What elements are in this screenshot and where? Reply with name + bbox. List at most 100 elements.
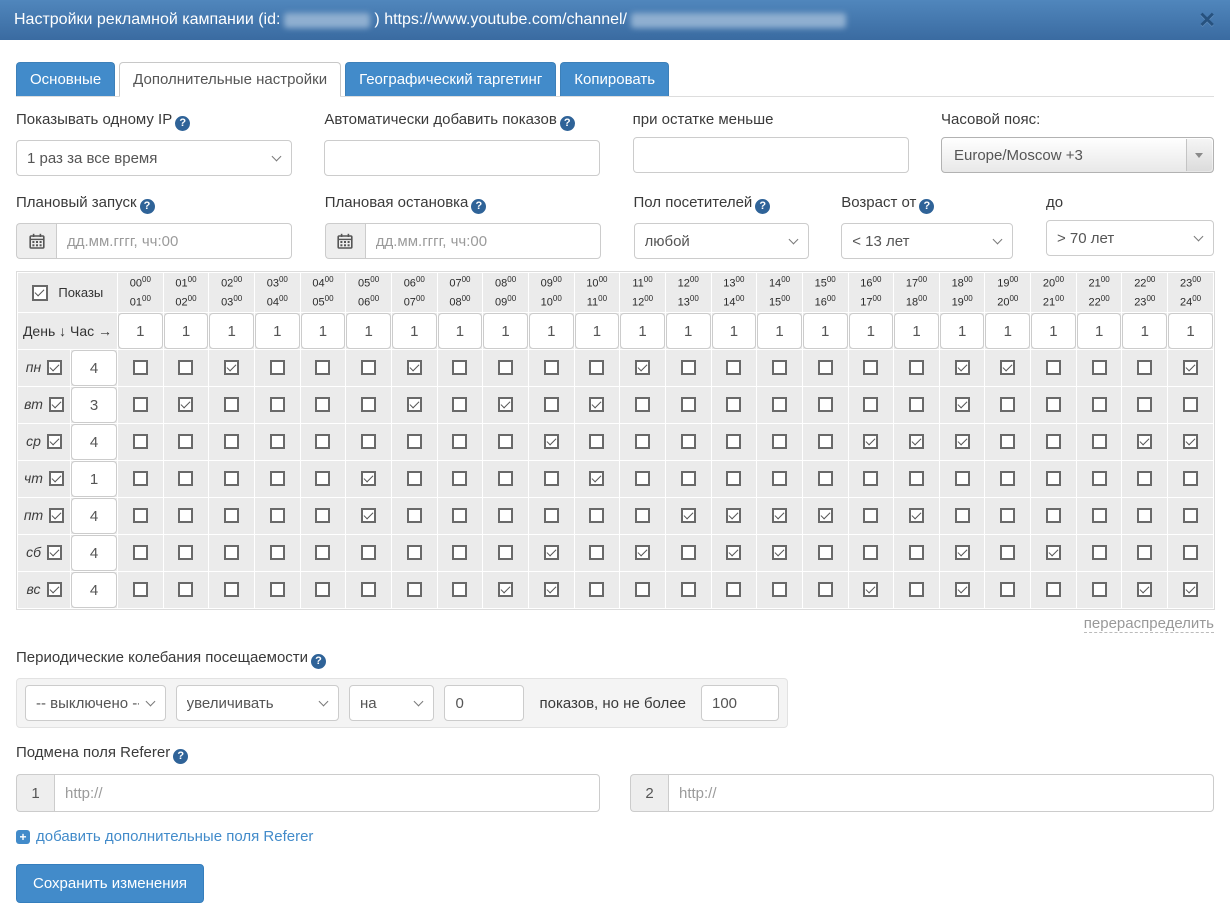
hour-checkbox[interactable] [1092, 434, 1107, 449]
hour-checkbox[interactable] [726, 397, 741, 412]
timezone-select[interactable]: Europe/Moscow +3 [941, 137, 1214, 173]
hour-checkbox[interactable] [635, 471, 650, 486]
hour-checkbox[interactable] [726, 434, 741, 449]
referer-input-1[interactable] [54, 774, 600, 812]
hour-checkbox[interactable] [361, 582, 376, 597]
hour-checkbox[interactable] [270, 397, 285, 412]
hour-checkbox[interactable] [224, 360, 239, 375]
hour-checkbox[interactable] [1183, 582, 1198, 597]
hour-checkbox[interactable] [1046, 397, 1061, 412]
hour-checkbox[interactable] [863, 471, 878, 486]
hour-checkbox[interactable] [1046, 471, 1061, 486]
hour-checkbox[interactable] [681, 360, 696, 375]
hour-default-input[interactable] [301, 313, 346, 349]
hour-checkbox[interactable] [863, 582, 878, 597]
hour-default-input[interactable] [529, 313, 574, 349]
day-shows-input[interactable] [71, 572, 117, 608]
hour-checkbox[interactable] [1092, 360, 1107, 375]
hour-default-input[interactable] [1031, 313, 1076, 349]
hour-checkbox[interactable] [726, 471, 741, 486]
hour-checkbox[interactable] [1137, 545, 1152, 560]
hour-checkbox[interactable] [726, 545, 741, 560]
hour-checkbox[interactable] [544, 360, 559, 375]
hour-checkbox[interactable] [589, 508, 604, 523]
hour-checkbox[interactable] [1092, 545, 1107, 560]
hour-checkbox[interactable] [772, 508, 787, 523]
auto-add-shows-input[interactable] [324, 140, 600, 176]
hour-checkbox[interactable] [1137, 434, 1152, 449]
hour-checkbox[interactable] [681, 582, 696, 597]
help-icon[interactable]: ? [471, 199, 486, 214]
hour-checkbox[interactable] [863, 397, 878, 412]
hour-default-input[interactable] [209, 313, 254, 349]
hour-checkbox[interactable] [224, 397, 239, 412]
hour-checkbox[interactable] [681, 397, 696, 412]
help-icon[interactable]: ? [560, 116, 575, 131]
hour-checkbox[interactable] [270, 434, 285, 449]
hour-checkbox[interactable] [407, 434, 422, 449]
hour-checkbox[interactable] [955, 508, 970, 523]
hour-default-input[interactable] [483, 313, 528, 349]
hour-checkbox[interactable] [909, 360, 924, 375]
hour-checkbox[interactable] [863, 545, 878, 560]
hour-checkbox[interactable] [178, 582, 193, 597]
hour-checkbox[interactable] [1183, 434, 1198, 449]
day-shows-input[interactable] [71, 498, 117, 534]
hour-checkbox[interactable] [407, 360, 422, 375]
hour-checkbox[interactable] [544, 471, 559, 486]
planned-stop-input[interactable] [365, 223, 601, 259]
hour-checkbox[interactable] [1000, 397, 1015, 412]
hour-checkbox[interactable] [315, 508, 330, 523]
hour-checkbox[interactable] [407, 508, 422, 523]
help-icon[interactable]: ? [919, 199, 934, 214]
hour-checkbox[interactable] [407, 471, 422, 486]
hour-checkbox[interactable] [1046, 360, 1061, 375]
hour-checkbox[interactable] [1137, 397, 1152, 412]
hour-checkbox[interactable] [1092, 471, 1107, 486]
fluctuation-max-input[interactable] [701, 685, 779, 721]
hour-checkbox[interactable] [270, 471, 285, 486]
hour-checkbox[interactable] [909, 471, 924, 486]
hour-default-input[interactable] [803, 313, 848, 349]
hour-checkbox[interactable] [498, 508, 513, 523]
tab-geo-targeting[interactable]: Географический таргетинг [345, 62, 556, 96]
hour-checkbox[interactable] [544, 508, 559, 523]
hour-default-input[interactable] [849, 313, 894, 349]
hour-checkbox[interactable] [681, 471, 696, 486]
hour-default-input[interactable] [985, 313, 1030, 349]
hour-checkbox[interactable] [1000, 582, 1015, 597]
hour-checkbox[interactable] [315, 545, 330, 560]
hour-checkbox[interactable] [589, 471, 604, 486]
hour-checkbox[interactable] [635, 360, 650, 375]
hour-checkbox[interactable] [635, 582, 650, 597]
hour-checkbox[interactable] [1000, 434, 1015, 449]
hour-checkbox[interactable] [498, 360, 513, 375]
hour-checkbox[interactable] [726, 508, 741, 523]
hour-checkbox[interactable] [726, 360, 741, 375]
hour-checkbox[interactable] [498, 582, 513, 597]
hour-checkbox[interactable] [589, 434, 604, 449]
hour-checkbox[interactable] [544, 545, 559, 560]
hour-default-input[interactable] [118, 313, 163, 349]
hour-checkbox[interactable] [544, 582, 559, 597]
hour-checkbox[interactable] [315, 582, 330, 597]
hour-checkbox[interactable] [452, 471, 467, 486]
hour-checkbox[interactable] [1092, 582, 1107, 597]
hour-checkbox[interactable] [498, 471, 513, 486]
hour-checkbox[interactable] [452, 582, 467, 597]
day-shows-input[interactable] [71, 424, 117, 460]
hour-checkbox[interactable] [818, 434, 833, 449]
calendar-addon[interactable] [325, 223, 365, 259]
hour-checkbox[interactable] [726, 582, 741, 597]
hour-checkbox[interactable] [361, 545, 376, 560]
hour-checkbox[interactable] [1092, 508, 1107, 523]
hour-checkbox[interactable] [863, 434, 878, 449]
shows-master-checkbox[interactable] [32, 285, 48, 301]
gender-select[interactable]: любой [634, 223, 809, 259]
hour-checkbox[interactable] [1137, 360, 1152, 375]
hour-default-input[interactable] [666, 313, 711, 349]
hour-default-input[interactable] [712, 313, 757, 349]
hour-checkbox[interactable] [818, 582, 833, 597]
hour-checkbox[interactable] [133, 471, 148, 486]
hour-default-input[interactable] [620, 313, 665, 349]
